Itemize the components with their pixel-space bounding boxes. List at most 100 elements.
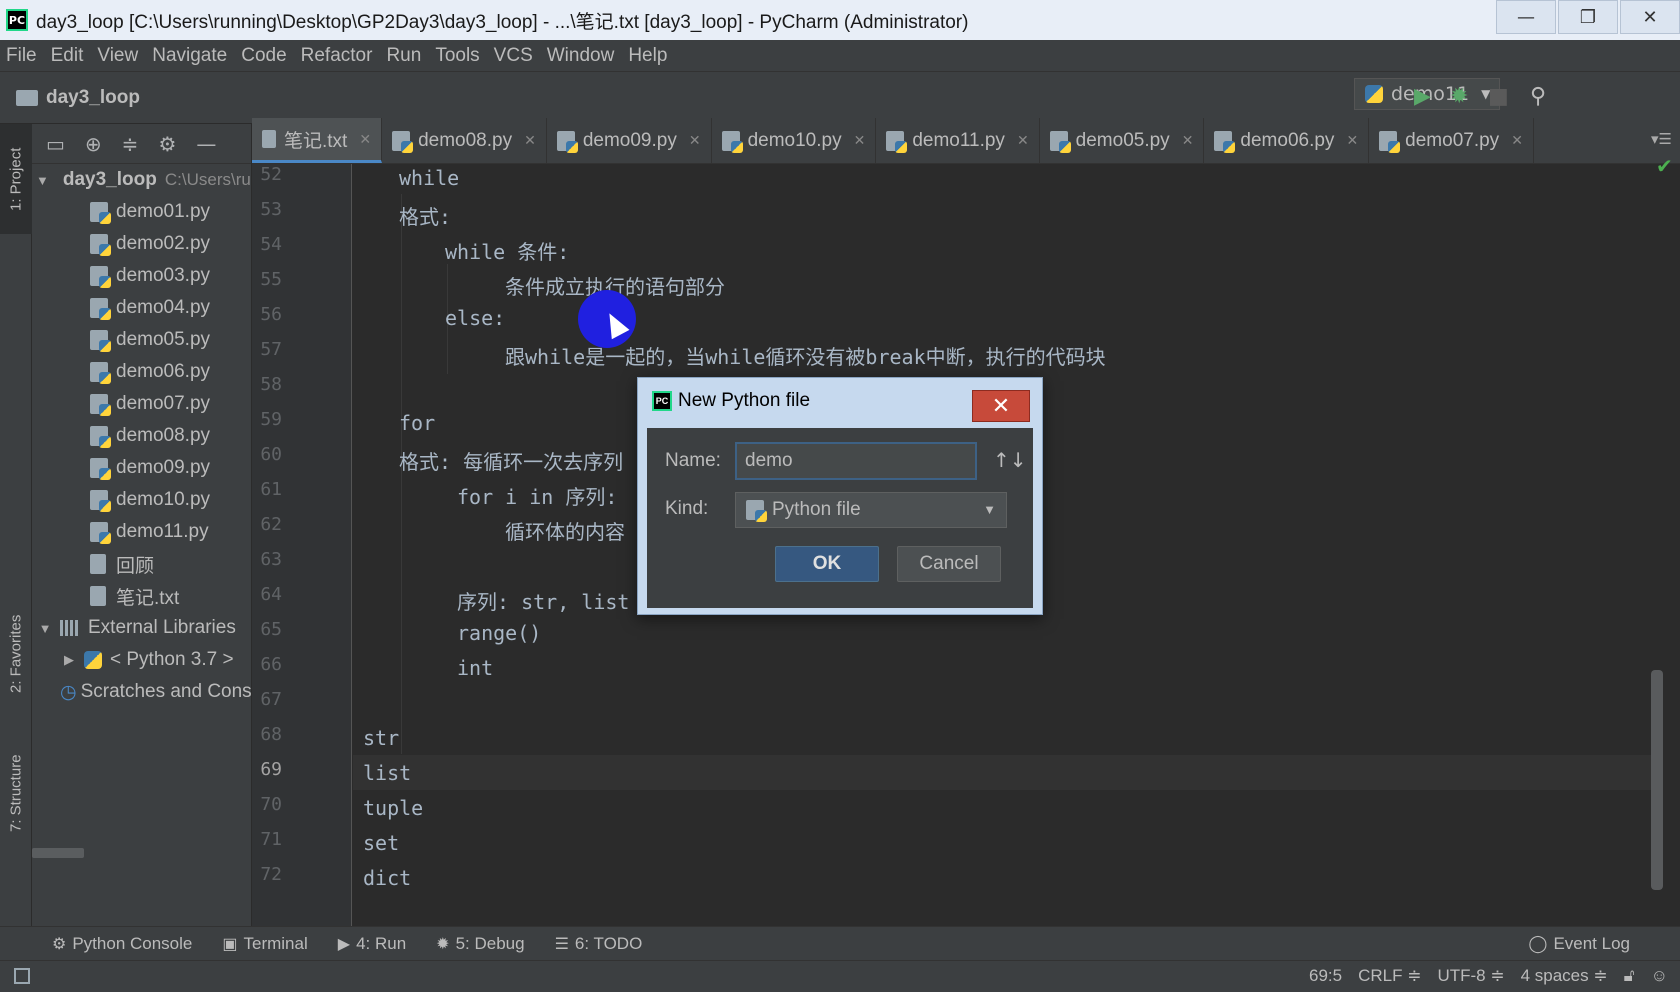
ok-button[interactable]: OK [775,546,879,582]
close-tab-icon[interactable]: ✕ [689,132,701,149]
tab-demo06[interactable]: demo06.py ✕ [1204,118,1370,163]
menu-edit[interactable]: Edit [51,45,84,67]
menu-run[interactable]: Run [386,45,421,67]
locate-file-icon[interactable]: ⊕ [85,132,102,156]
python-file-icon [90,234,111,256]
tree-root-path: C:\Users\running\ [164,170,251,189]
breadcrumb-project[interactable]: day3_loop [46,87,140,109]
vertical-scrollbar[interactable] [1651,670,1663,890]
tree-file[interactable]: demo04.py [32,292,251,324]
python-file-icon [556,130,578,153]
view-select-icon[interactable]: ▭ [46,132,65,156]
python-file-icon [90,202,111,224]
close-tab-icon[interactable]: ✕ [1346,132,1358,149]
tool-tab-favorites[interactable]: 2: Favorites [0,594,32,714]
tree-file[interactable]: demo08.py [32,420,251,452]
tree-file[interactable]: demo06.py [32,356,251,388]
tab-notes-txt[interactable]: 笔记.txt ✕ [252,118,383,163]
tree-file[interactable]: demo10.py [32,484,251,516]
menu-window[interactable]: Window [547,45,615,67]
event-log-tab[interactable]: ◯ Event Log [1528,934,1630,954]
chevron-down-icon: ▼ [983,502,996,517]
close-tab-icon[interactable]: ✕ [854,132,866,149]
tree-file[interactable]: demo03.py [32,260,251,292]
tree-file[interactable]: 回顾 [32,548,251,580]
restore-button[interactable]: ❐ [1558,0,1618,34]
lock-icon[interactable]: 🔓︎ [1624,966,1635,986]
kind-select[interactable]: Python file ▼ [735,492,1007,528]
tree-external-libraries[interactable]: ▼ External Libraries [32,612,251,644]
expand-arrow-icon[interactable]: ▼ [36,173,49,188]
tree-file[interactable]: 笔记.txt [32,580,251,612]
current-line-highlight [353,755,1663,790]
library-icon [60,620,80,636]
stop-icon[interactable]: ■ [1488,84,1509,109]
tab-demo11[interactable]: demo11.py ✕ [876,118,1040,163]
menu-navigate[interactable]: Navigate [152,45,227,67]
line-number: 65 [260,619,282,640]
menu-file[interactable]: File [6,45,37,67]
tree-file[interactable]: demo05.py [32,324,251,356]
menu-refactor[interactable]: Refactor [301,45,373,67]
tree-file[interactable]: demo02.py [32,228,251,260]
tree-file[interactable]: demo01.py [32,196,251,228]
close-tab-icon[interactable]: ✕ [1182,132,1194,149]
collapse-arrow-icon[interactable]: ▶ [60,652,78,668]
menu-code[interactable]: Code [241,45,286,67]
close-tab-icon[interactable]: ✕ [1017,132,1029,149]
sort-arrows-icon[interactable]: ↑↓ [993,448,1027,472]
menu-view[interactable]: View [97,45,138,67]
run-icon[interactable]: ▶ [1414,84,1431,109]
caret-position[interactable]: 69:5 [1309,966,1342,986]
indent-setting[interactable]: 4 spaces ≑ [1521,966,1608,986]
close-tab-icon[interactable]: ✕ [524,132,536,149]
tree-scratches[interactable]: ◷ Scratches and Consoles [32,676,251,708]
cancel-button[interactable]: Cancel [897,546,1001,582]
tab-list-menu-icon[interactable]: ▾☰ [1651,130,1672,148]
tab-demo05[interactable]: demo05.py ✕ [1040,118,1205,163]
debug-tab[interactable]: ✹ 5: Debug [436,934,524,954]
file-name-input[interactable] [735,442,977,480]
menu-vcs[interactable]: VCS [494,45,533,67]
minimize-button[interactable]: — [1496,0,1556,34]
tree-python-sdk[interactable]: ▶ < Python 3.7 > [32,644,251,676]
tree-file[interactable]: demo11.py [32,516,251,548]
tab-demo10[interactable]: demo10.py ✕ [712,118,877,163]
menu-tools[interactable]: Tools [435,45,479,67]
tree-file[interactable]: demo09.py [32,452,251,484]
line-number: 52 [260,164,282,185]
tree-file[interactable]: demo07.py [32,388,251,420]
debug-icon[interactable]: ✹ [1450,84,1468,109]
collapse-all-icon[interactable]: ≑ [122,132,139,156]
expand-arrow-icon[interactable]: ▼ [36,621,54,636]
horizontal-scrollbar[interactable] [32,848,84,858]
line-number: 60 [260,444,282,465]
tree-root-folder[interactable]: ▼ day3_loop C:\Users\running\ [32,164,251,196]
hide-panel-icon[interactable]: — [196,132,216,156]
gear-icon[interactable]: ⚙ [158,132,176,156]
tree-file-label: demo07.py [116,393,211,414]
file-encoding[interactable]: UTF-8 ≑ [1437,966,1504,986]
tab-demo09[interactable]: demo09.py ✕ [547,118,712,163]
tab-demo08[interactable]: demo08.py ✕ [382,118,547,163]
dialog-title: New Python file [678,390,811,411]
todo-tab[interactable]: ☰ 6: TODO [555,934,643,954]
line-number: 63 [260,549,282,570]
run-tab[interactable]: ▶ 4: Run [338,934,406,954]
line-number-current: 69 [260,759,282,780]
dialog-close-button[interactable]: ✕ [972,390,1030,422]
toggle-tool-windows-icon[interactable] [14,968,30,984]
line-separator[interactable]: CRLF ≑ [1358,966,1421,986]
tool-tab-project[interactable]: 1: Project [0,124,32,234]
terminal-tab[interactable]: ▣ Terminal [222,934,307,954]
close-tab-icon[interactable]: ✕ [359,131,371,148]
tab-demo07[interactable]: demo07.py ✕ [1369,118,1534,163]
search-icon[interactable]: ⚲ [1530,84,1546,109]
inspector-icon[interactable]: ☺ [1651,966,1668,986]
tool-tab-structure[interactable]: 7: Structure [0,734,32,852]
close-window-button[interactable]: ✕ [1620,0,1680,34]
python-console-tab[interactable]: ⚙ Python Console [52,934,192,954]
close-tab-icon[interactable]: ✕ [1511,132,1523,149]
menu-help[interactable]: Help [628,45,667,67]
tab-label: 笔记.txt [284,130,348,152]
